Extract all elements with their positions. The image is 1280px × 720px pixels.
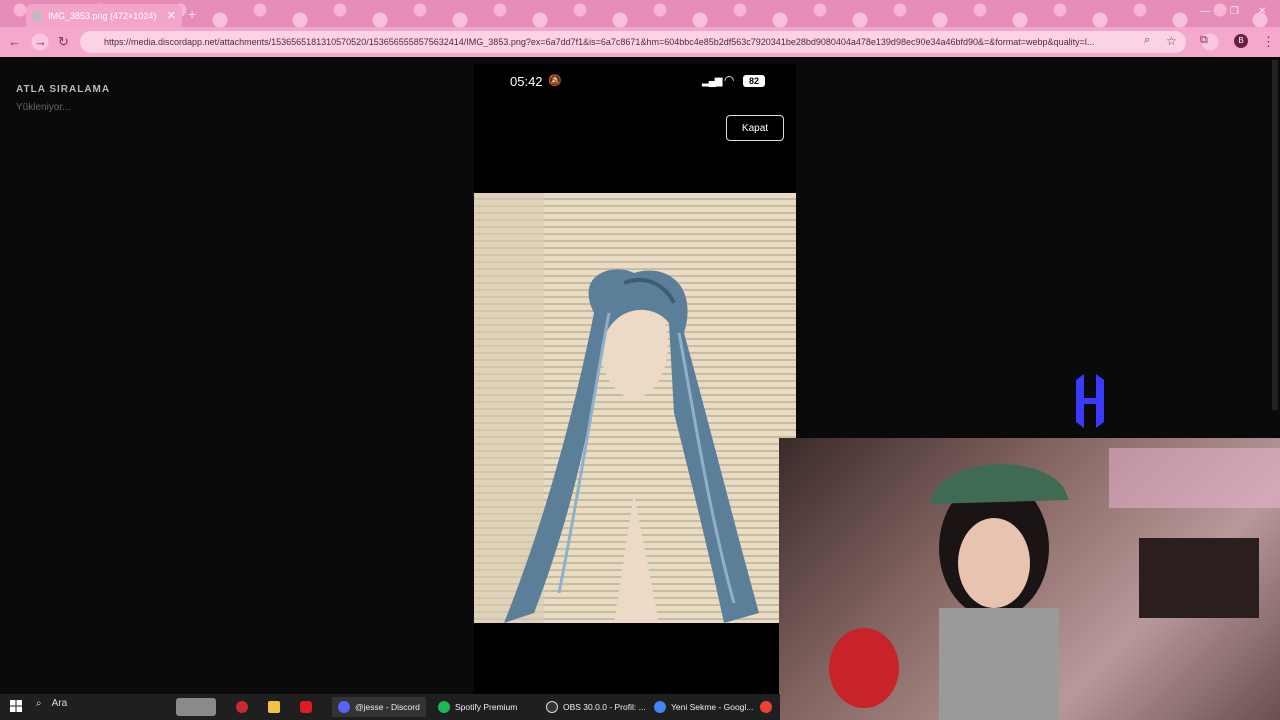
discord-icon — [338, 701, 350, 713]
webcam-overlay — [779, 438, 1280, 720]
taskbar-search[interactable]: ⌕ Ara — [36, 698, 67, 709]
search-label: Ara — [51, 698, 68, 709]
windows-start-icon[interactable] — [10, 700, 22, 712]
battery-icon: 82 — [743, 75, 765, 87]
url-text: https://media.discordapp.net/attachments… — [104, 37, 1095, 47]
muted-bell-icon: 🔕 — [548, 75, 562, 87]
new-tab-icon[interactable]: + — [188, 6, 196, 22]
app-red-icon — [300, 701, 312, 713]
tab-title: IMG_3853.png (472×1024) — [48, 10, 157, 21]
app-a-icon — [236, 701, 248, 713]
overlay-heading: ATLA SIRALAMA — [16, 84, 111, 95]
menu-icon[interactable]: ⋮ — [1262, 34, 1275, 50]
taskbar-app-label: OBS 30.0.0 - Profil: ... — [563, 702, 646, 712]
close-window-icon[interactable]: ✕ — [1258, 6, 1266, 17]
chrome-icon — [760, 701, 772, 713]
taskbar-app-chrome-2[interactable] — [760, 697, 772, 717]
profile-avatar[interactable]: B — [1234, 34, 1248, 48]
zoom-icon[interactable]: ⌕ — [1144, 34, 1150, 47]
back-icon[interactable]: ← — [8, 34, 21, 49]
taskbar-app-spotify[interactable]: Spotify Premium — [438, 697, 517, 717]
taskbar-app-chrome[interactable]: Yeni Sekme - Googl... — [654, 697, 753, 717]
favicon-icon — [32, 10, 42, 21]
bookmark-star-icon[interactable]: ☆ — [1166, 34, 1177, 48]
close-tab-icon[interactable]: ✕ — [167, 9, 176, 22]
wifi-icon: ◠ — [724, 73, 735, 87]
phone-time: 05:42 — [510, 74, 543, 89]
overlay-status: Yükleniyor... — [16, 102, 71, 113]
taskbar-app-obs[interactable]: OBS 30.0.0 - Profil: ... — [546, 697, 646, 717]
taskbar-app-label: Yeni Sekme - Googl... — [671, 702, 754, 712]
forward-icon[interactable]: → — [34, 34, 47, 49]
wig-photo — [474, 193, 796, 623]
streamer-logo-icon — [1070, 372, 1110, 435]
reload-icon[interactable]: ↻ — [58, 34, 69, 50]
browser-tab[interactable]: IMG_3853.png (472×1024) ✕ — [26, 4, 182, 27]
taskbar-app-label: Spotify Premium — [455, 702, 518, 712]
minimize-icon[interactable]: — — [1200, 6, 1210, 17]
taskbar-pinned-red[interactable] — [300, 697, 312, 717]
search-icon: ⌕ — [36, 698, 42, 709]
address-bar[interactable]: https://media.discordapp.net/attachments… — [80, 31, 1186, 53]
maximize-icon[interactable]: ❐ — [1230, 6, 1239, 17]
taskbar-app-label: @jesse - Discord — [355, 702, 420, 712]
spotify-icon — [438, 701, 450, 713]
taskbar-pinned-a[interactable] — [236, 697, 248, 717]
close-button[interactable]: Kapat — [726, 115, 784, 141]
taskbar-pinned-elephant[interactable] — [176, 697, 216, 717]
elephant-icon — [176, 698, 216, 716]
taskbar-pinned-folder[interactable] — [268, 697, 280, 717]
scrollbar[interactable] — [1272, 60, 1278, 410]
extensions-icon[interactable]: ⧉ — [1200, 34, 1208, 47]
chrome-icon — [654, 701, 666, 713]
tab-strip: IMG_3853.png (472×1024) ✕ + — ❐ ✕ — [0, 0, 1280, 27]
obs-icon — [546, 701, 558, 713]
taskbar-app-discord[interactable]: @jesse - Discord — [332, 697, 426, 717]
signal-icon: ▂▄▆ — [702, 76, 722, 87]
folder-icon — [268, 701, 280, 713]
